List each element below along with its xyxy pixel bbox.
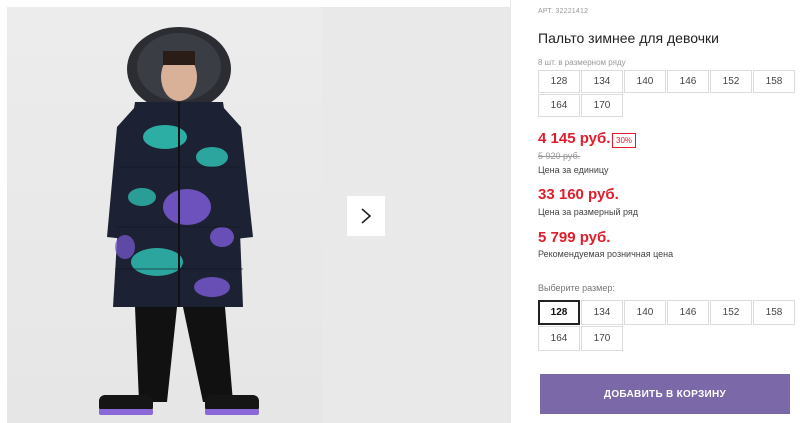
product-title: Пальто зимнее для девочки	[538, 30, 719, 46]
size-row-label: 8 шт. в размерном ряду	[538, 58, 626, 67]
row-size-134: 134	[581, 70, 623, 93]
row-size-146: 146	[667, 70, 709, 93]
divider	[510, 0, 511, 423]
chevron-right-icon	[361, 208, 372, 224]
row-size-128: 128	[538, 70, 580, 93]
unit-price-label: Цена за единицу	[538, 165, 609, 175]
row-size-158: 158	[753, 70, 795, 93]
old-price: 5 920 руб.	[538, 151, 581, 161]
discount-badge: 30%	[612, 133, 637, 148]
add-to-cart-button[interactable]: ДОБАВИТЬ В КОРЗИНУ	[540, 374, 790, 414]
product-photo[interactable]	[7, 7, 322, 423]
product-gallery	[0, 0, 510, 423]
row-price-label: Цена за размерный ряд	[538, 207, 639, 217]
size-option-170[interactable]: 170	[581, 326, 623, 351]
row-price: 33 160 руб.	[538, 186, 619, 203]
size-option-134[interactable]: 134	[581, 300, 623, 325]
size-option-140[interactable]: 140	[624, 300, 666, 325]
size-option-128[interactable]: 128	[538, 300, 580, 325]
size-option-164[interactable]: 164	[538, 326, 580, 351]
retail-price: 5 799 руб.	[538, 229, 611, 246]
size-option-146[interactable]: 146	[667, 300, 709, 325]
coat-illustration	[99, 27, 259, 415]
row-size-140: 140	[624, 70, 666, 93]
current-price: 4 145 руб.	[538, 130, 611, 147]
size-option-158[interactable]: 158	[753, 300, 795, 325]
gallery-next-button[interactable]	[347, 196, 385, 236]
retail-price-label: Рекомендуемая розничная цена	[538, 249, 674, 259]
row-size-152: 152	[710, 70, 752, 93]
row-size-164: 164	[538, 94, 580, 117]
choose-size-label: Выберите размер:	[538, 283, 615, 293]
size-option-152[interactable]: 152	[710, 300, 752, 325]
row-size-170: 170	[581, 94, 623, 117]
product-article: АРТ. 32221412	[538, 8, 589, 15]
